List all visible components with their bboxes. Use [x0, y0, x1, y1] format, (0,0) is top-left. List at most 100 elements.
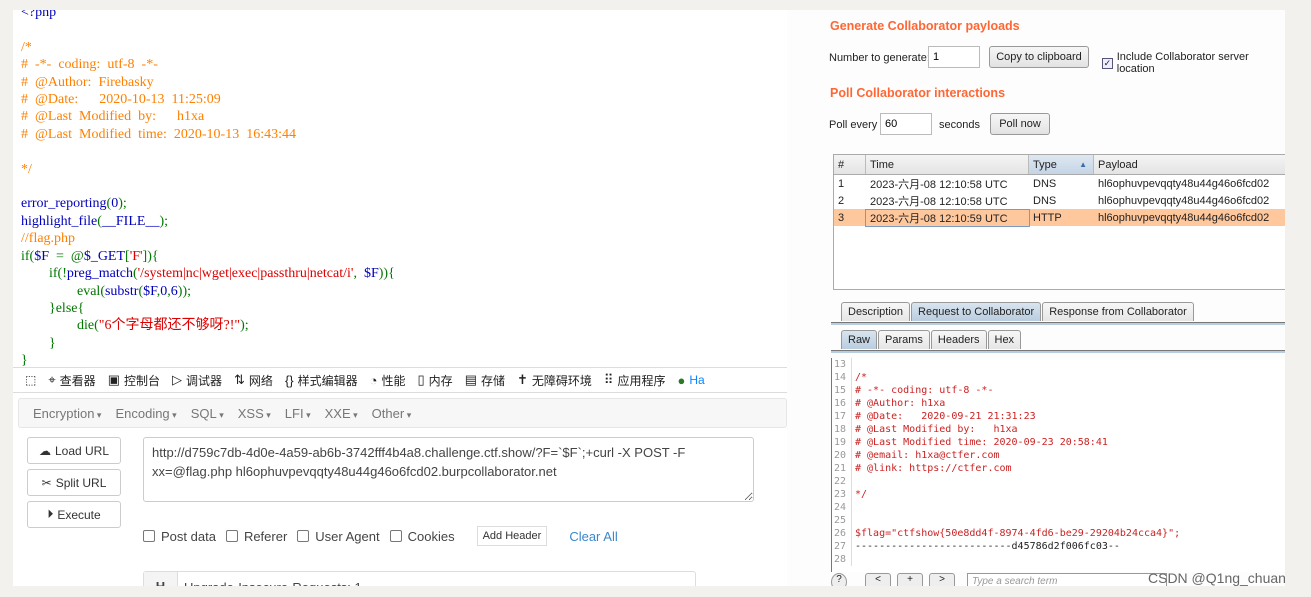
performance-icon: ◔ — [369, 372, 378, 388]
cell-time: 2023-六月-08 12:10:58 UTC — [870, 195, 1008, 208]
code-token: if( — [21, 248, 35, 264]
code-token: if(! — [21, 266, 67, 282]
hackbar-menu-encoding[interactable]: Encoding ▾ — [115, 406, 176, 421]
tab-description[interactable]: Description — [841, 302, 911, 321]
subtab-hex[interactable]: Hex — [987, 330, 1022, 349]
line-text: */ — [855, 489, 868, 500]
tab-request-to-collaborator[interactable]: Request to Collaborator — [911, 302, 1042, 321]
hackbar-menu-other[interactable]: Other ▾ — [372, 406, 412, 421]
editor-line: 18 # @Last Modified by: h1xa — [832, 423, 1285, 436]
checkbox-label: Cookies — [407, 528, 455, 544]
column-header-1[interactable]: Time — [866, 155, 1029, 174]
hackbar-menu: Encryption ▾ Encoding ▾ SQL ▾ XSS ▾ LFI ▾ XXE… — [18, 398, 787, 428]
devtools-tab-9[interactable]: ⠿ 应用程序 — [604, 372, 666, 389]
table-row[interactable]: 3 2023-六月-08 12:10:59 UTC HTTP hl6ophuvpevq… — [834, 208, 1285, 227]
devtools-tab-3[interactable]: ⇅ 网络 — [234, 372, 273, 389]
hackbar-menu-sql[interactable]: SQL ▾ — [191, 406, 224, 421]
include-location-checkbox[interactable]: ✓ Include Collaborator server location — [1102, 51, 1285, 75]
cell-payload: hl6ophuvpevqqty48u44g46o6fcd02 — [1098, 194, 1270, 207]
column-header-0[interactable]: # — [834, 155, 866, 174]
code-token: ); — [240, 318, 249, 334]
devtools-tab-5[interactable]: ◔ 性能 — [370, 372, 406, 389]
memory-icon: ▯ — [417, 372, 425, 387]
checkbox-user-agent[interactable]: User Agent — [297, 529, 380, 544]
devtools-tab-1[interactable]: ▣ 控制台 — [108, 372, 160, 389]
tab-response-from-collaborator[interactable]: Response from Collaborator — [1042, 302, 1194, 321]
editor-line: 15 # -*- coding: utf-8 -*- — [832, 384, 1285, 397]
editor-line: 23 */ — [832, 488, 1285, 501]
devtools-tab-label: 存储 — [480, 373, 505, 388]
view-tabs: Raw Params Headers Hex — [841, 330, 1022, 349]
request-editor[interactable]: 13 14/* 15 # -*- coding: utf-8 -*- 16 # @Auth… — [831, 358, 1285, 572]
previous-button[interactable]: < — [865, 573, 891, 586]
code-token: "6个字母都还不够呀?!" — [98, 318, 241, 334]
devtools-tab-8[interactable]: ✝ 无障碍环境 — [517, 372, 592, 389]
code-line: error_reporting(0); — [21, 195, 395, 212]
checkbox-box[interactable] — [225, 530, 238, 542]
clear-all-link[interactable]: Clear All — [569, 529, 617, 544]
checkbox-box[interactable] — [143, 530, 155, 542]
accessibility-icon: ✝ — [517, 372, 528, 387]
next-button[interactable]: > — [929, 573, 955, 586]
editor-line: 16 # @Author: h1xa — [832, 397, 1285, 410]
devtools-tab-4[interactable]: {} 样式编辑器 — [285, 372, 358, 389]
hackbar-menu-xss[interactable]: XSS ▾ — [238, 406, 271, 421]
cell-n: 3 — [838, 211, 845, 224]
url-input[interactable] — [143, 437, 754, 502]
column-label: Payload — [1098, 158, 1138, 171]
browser-page: <?php /* # -*- coding: utf-8 -*- # @Author… — [13, 10, 787, 586]
split-url-button[interactable]: ✂ Split URL — [27, 469, 121, 496]
devtools-tab-7[interactable]: ▤ 存储 — [465, 372, 505, 389]
line-number: 22 — [832, 475, 852, 488]
devtools-tab-label: 控制台 — [123, 373, 160, 388]
pick-element-icon[interactable]: ⬚ — [25, 373, 36, 387]
checkbox-box[interactable] — [297, 530, 310, 542]
line-number: 28 — [832, 553, 852, 566]
help-button[interactable]: ? — [831, 573, 847, 586]
devtools-tab-10[interactable]: ● Ha — [677, 373, 704, 388]
add-button[interactable]: + — [897, 573, 923, 586]
code-line: if($F = @$_GET['F']){ — [21, 248, 395, 265]
add-header-button[interactable]: Add Header — [476, 526, 548, 546]
menu-label: XSS — [237, 405, 264, 421]
caret-down-icon: ▾ — [169, 409, 177, 420]
column-header-2[interactable]: Type ▲ — [1029, 155, 1094, 174]
code-token: )); — [177, 283, 191, 299]
load-url-button[interactable]: ☁ Load URL — [27, 437, 121, 464]
devtools-tab-6[interactable]: ▯ 内存 — [418, 372, 453, 389]
checkbox-referer[interactable]: Referer — [225, 529, 287, 544]
hackbar-menu-lfi[interactable]: LFI ▾ — [285, 406, 311, 421]
poll-now-button[interactable]: Poll now — [990, 113, 1050, 135]
code-line: if(!preg_match('/system|nc|wget|exec|pas… — [21, 265, 395, 282]
column-header-3[interactable]: Payload — [1094, 155, 1285, 174]
hackbar-options: Post data Referer User Agent Cookies Add Hea… — [143, 526, 618, 546]
table-row[interactable]: 2 2023-六月-08 12:10:58 UTC DNS hl6ophuvpevqq… — [834, 192, 1285, 209]
line-text: # @Last Modified time: 2020-09-23 20:58:… — [855, 437, 1108, 448]
code-token: ]){ — [142, 248, 159, 264]
subtab-headers[interactable]: Headers — [930, 330, 987, 349]
subtab-params[interactable]: Params — [878, 330, 930, 349]
checkbox-cookies[interactable]: Cookies — [389, 528, 455, 544]
code-line: # -*- coding: utf-8 -*- — [21, 56, 395, 73]
play-icon: ⏵ — [47, 507, 54, 521]
execute-button[interactable]: ⏵ Execute — [27, 501, 121, 528]
poll-interval-input[interactable] — [880, 113, 932, 135]
subtab-raw[interactable]: Raw — [841, 330, 878, 349]
hackbar-menu-encryption[interactable]: Encryption ▾ — [33, 406, 101, 421]
devtools-tab-0[interactable]: ⌖ 查看器 — [48, 372, 95, 389]
menu-label: Encryption — [33, 405, 95, 421]
hackbar-menu-xxe[interactable]: XXE ▾ — [325, 406, 358, 421]
header-value[interactable]: Upgrade-Insecure-Requests: 1 — [178, 572, 368, 586]
checkbox-post-data[interactable]: Post data — [143, 529, 216, 544]
search-input[interactable]: Type a search term — [967, 573, 1167, 586]
checkbox-label: Post data — [161, 528, 216, 544]
table-row[interactable]: 1 2023-六月-08 12:10:58 UTC DNS hl6ophuvpevqq… — [834, 175, 1285, 192]
code-token: die( — [21, 318, 99, 334]
code-line: # @Author: Firebasky — [21, 74, 395, 91]
copy-to-clipboard-button[interactable]: Copy to clipboard — [989, 46, 1089, 68]
code-token: ); — [118, 196, 127, 212]
number-input[interactable] — [928, 46, 980, 68]
code-token: eval( — [21, 283, 105, 299]
devtools-tab-2[interactable]: ▷ 调试器 — [172, 372, 222, 389]
checkbox-box[interactable] — [389, 530, 402, 542]
